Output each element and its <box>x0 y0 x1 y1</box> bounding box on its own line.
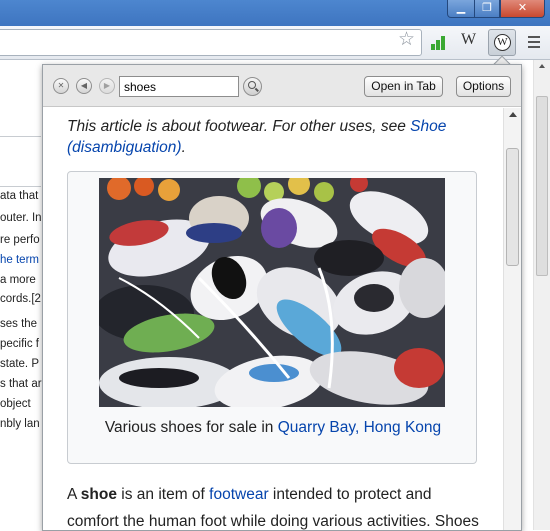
background-text-line: state. P <box>0 358 39 370</box>
wikipedia-extension-icon: W <box>494 34 511 51</box>
background-text-line: pecific f <box>0 338 39 350</box>
maximize-button[interactable]: ❐ <box>474 0 500 18</box>
divider <box>0 136 41 137</box>
search-icon[interactable] <box>243 77 262 96</box>
scroll-up-icon[interactable] <box>509 112 517 117</box>
background-text-line: object <box>0 398 31 410</box>
lead-mid1: is an item of <box>116 486 210 503</box>
popup-toolbar: ✕ ◀ ▶ Open in Tab Options <box>43 65 521 107</box>
page-scrollbar[interactable] <box>533 60 550 530</box>
options-button[interactable]: Options <box>456 76 511 97</box>
figure-caption: Various shoes for sale in Quarry Bay, Ho… <box>88 417 458 438</box>
background-text-line: nbly lan <box>0 418 40 430</box>
lead-start: A <box>67 486 81 503</box>
background-text-line: outer. In <box>0 212 42 224</box>
footwear-link[interactable]: footwear <box>209 486 268 503</box>
background-text-line: a more <box>0 274 36 286</box>
background-text-line: cords.[2 <box>0 293 41 305</box>
close-window-button[interactable]: ✕ <box>500 0 545 18</box>
background-text-line: re perfo <box>0 234 40 246</box>
wikipedia-w-icon[interactable]: W <box>461 31 476 49</box>
background-text-line: ses the <box>0 318 38 330</box>
lead-term: shoe <box>80 486 117 503</box>
back-icon[interactable]: ◀ <box>76 78 92 94</box>
wikipedia-popup: ✕ ◀ ▶ Open in Tab Options This article i… <box>42 64 522 531</box>
article-content: This article is about footwear. For othe… <box>43 108 501 530</box>
hatnote-suffix: . <box>181 139 186 156</box>
search-input[interactable] <box>119 76 239 97</box>
menu-icon[interactable] <box>528 36 540 48</box>
background-text-line: s that ar <box>0 378 42 390</box>
open-in-tab-button[interactable]: Open in Tab <box>364 76 443 97</box>
scroll-thumb[interactable] <box>506 148 519 266</box>
minimize-button[interactable]: ▁ <box>447 0 475 18</box>
forward-icon[interactable]: ▶ <box>99 78 115 94</box>
background-text-line[interactable]: he term <box>0 254 39 266</box>
bookmark-star-icon[interactable]: ☆ <box>398 29 415 49</box>
wikipedia-extension-button[interactable]: W <box>488 29 516 56</box>
signal-bars-icon[interactable] <box>431 36 447 50</box>
lead-paragraph: A shoe is an item of footwear intended t… <box>67 481 487 530</box>
scroll-thumb[interactable] <box>536 96 548 276</box>
hatnote: This article is about footwear. For othe… <box>67 116 487 158</box>
caption-prefix: Various shoes for sale in <box>104 419 278 436</box>
shoe-pile-photo[interactable] <box>99 178 445 407</box>
figure-box: Various shoes for sale in Quarry Bay, Ho… <box>67 171 477 464</box>
browser-toolbar: ☆ W W <box>0 26 550 60</box>
window-titlebar: ▁ ❐ ✕ <box>0 0 550 26</box>
background-text-line: ata that <box>0 190 39 202</box>
divider <box>0 186 41 187</box>
quarry-bay-link[interactable]: Quarry Bay, Hong Kong <box>278 419 441 436</box>
popup-scrollbar[interactable] <box>503 108 521 530</box>
scroll-up-icon[interactable] <box>539 64 545 68</box>
close-icon[interactable]: ✕ <box>53 78 69 94</box>
address-bar[interactable] <box>0 29 422 56</box>
hatnote-prefix: This article is about footwear. For othe… <box>67 118 411 135</box>
